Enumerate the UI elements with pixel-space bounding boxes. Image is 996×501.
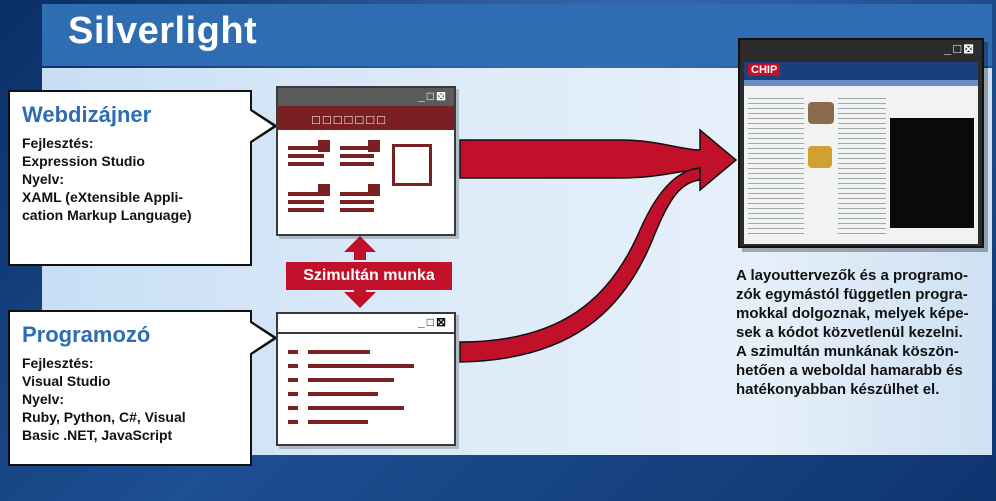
layout-line	[288, 192, 318, 196]
webdesigner-line4: XAML (eXtensible Appli-	[22, 189, 184, 205]
code-bullet	[288, 420, 298, 424]
code-bullet	[288, 378, 298, 382]
webdesigner-line1: Fejlesztés:	[22, 135, 94, 151]
simultaneous-badge: Szimultán munka	[286, 262, 452, 290]
layout-frame-icon	[392, 144, 432, 186]
website-thumbnail: CHIP	[744, 62, 978, 244]
layout-line	[288, 162, 324, 166]
code-line	[308, 350, 370, 354]
layout-line	[288, 154, 324, 158]
layout-block-icon	[368, 184, 380, 196]
designer-window: _□⊠ □□□□□□□	[276, 86, 456, 236]
layout-line	[340, 162, 374, 166]
window-controls-icon: _□⊠	[418, 89, 448, 103]
code-line	[308, 378, 394, 382]
window-titlebar: _□⊠	[278, 88, 454, 106]
website-screenshot-window: _□⊠ CHIP	[738, 38, 984, 248]
programmer-line3: Nyelv:	[22, 391, 65, 407]
code-bullet	[288, 406, 298, 410]
layout-line	[288, 200, 324, 204]
caption: A layouttervezők és a programo- zók egym…	[736, 266, 986, 399]
layout-line	[288, 208, 324, 212]
caption-line: A szimultán munkának köszön-	[736, 343, 959, 360]
site-text-lines	[838, 94, 886, 234]
caption-line: A layouttervezők és a programo-	[736, 267, 969, 284]
programmer-heading: Programozó	[22, 322, 151, 347]
programmer-line5: Basic .NET, JavaScript	[22, 427, 173, 443]
code-bullet	[288, 350, 298, 354]
code-bullet	[288, 364, 298, 368]
window-titlebar: _□⊠	[740, 40, 982, 60]
webdesigner-line5: cation Markup Language)	[22, 207, 192, 223]
site-video-panel	[890, 118, 974, 228]
window-controls-icon: _□⊠	[418, 315, 448, 329]
caption-line: hatékonyabban készülhet el.	[736, 381, 940, 398]
programmer-line4: Ruby, Python, C#, Visual	[22, 409, 186, 425]
code-line	[308, 364, 414, 368]
programmer-line1: Fejlesztés:	[22, 355, 94, 371]
layout-line	[340, 154, 374, 158]
arrow-programmer-to-site	[459, 167, 701, 363]
code-line	[308, 392, 378, 396]
layout-block-icon	[368, 140, 380, 152]
menu-boxes-icon: □□□□□□□	[312, 112, 388, 127]
site-image-icon	[808, 102, 834, 124]
caption-line: zók egymástól független progra-	[736, 286, 968, 303]
programmer-callout: Programozó Fejlesztés: Visual Studio Nye…	[8, 310, 278, 466]
caption-line: hetően a weboldal hamarabb és	[736, 362, 963, 379]
window-titlebar: _□⊠	[278, 314, 454, 334]
code-bullet	[288, 392, 298, 396]
site-nav	[744, 80, 978, 86]
layout-line	[340, 200, 374, 204]
chip-logo: CHIP	[748, 64, 781, 76]
webdesigner-heading: Webdizájner	[22, 102, 152, 127]
caption-line: sek a kódot közvetlenül kezelni.	[736, 324, 963, 341]
webdesigner-callout: Webdizájner Fejlesztés: Expression Studi…	[8, 90, 278, 266]
layout-block-icon	[318, 184, 330, 196]
callout-pointer-fill	[249, 110, 273, 142]
programmer-window: _□⊠	[276, 312, 456, 446]
layout-line	[288, 146, 318, 150]
site-image-icon	[808, 146, 832, 168]
webdesigner-line3: Nyelv:	[22, 171, 65, 187]
layout-line	[340, 208, 374, 212]
arrow-up	[344, 236, 376, 260]
site-text-lines	[748, 94, 804, 234]
layout-line	[340, 192, 368, 196]
layout-block-icon	[318, 140, 330, 152]
designer-menu-bar: □□□□□□□	[278, 106, 454, 130]
callout-pointer-fill	[249, 322, 273, 354]
code-line	[308, 406, 404, 410]
window-controls-icon: _□⊠	[944, 41, 976, 56]
programmer-line2: Visual Studio	[22, 373, 111, 389]
code-line	[308, 420, 368, 424]
layout-line	[340, 146, 368, 150]
caption-line: mokkal dolgoznak, melyek képe-	[736, 305, 969, 322]
webdesigner-line2: Expression Studio	[22, 153, 145, 169]
